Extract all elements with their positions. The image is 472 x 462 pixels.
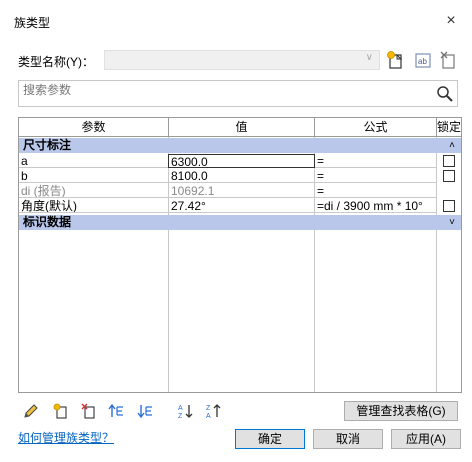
move-up-icon[interactable]	[107, 402, 125, 420]
group-header-identity-data[interactable]: 标识数据 ˅	[19, 215, 461, 230]
svg-text:A: A	[178, 405, 183, 412]
search-box	[18, 80, 458, 107]
window-title: 族类型	[14, 16, 51, 30]
cancel-button[interactable]: 取消	[313, 429, 383, 449]
param-formula-input[interactable]: =	[315, 154, 437, 168]
param-name: b	[19, 169, 169, 183]
title-bar: 族类型 ×	[0, 0, 472, 42]
lock-checkbox[interactable]	[443, 155, 455, 167]
edit-pencil-icon[interactable]	[22, 402, 40, 420]
param-value-input[interactable]: 8100.0	[169, 169, 315, 183]
type-name-label: 类型名称(Y)：	[18, 55, 94, 69]
type-name-select[interactable]: ∨	[104, 50, 380, 70]
svg-text:Z: Z	[178, 413, 183, 420]
column-header-parameter[interactable]: 参数	[19, 118, 169, 137]
table-row: 角度(默认) 27.42° =di / 3900 mm * 10°	[19, 199, 461, 213]
search-input[interactable]	[23, 81, 423, 99]
chevron-down-icon: ∨	[365, 52, 373, 63]
param-value-input[interactable]: 6300.0	[168, 154, 315, 168]
delete-parameter-icon[interactable]	[80, 402, 98, 420]
column-header-lock[interactable]: 锁定	[437, 118, 461, 137]
group-label: 尺寸标注	[23, 138, 72, 152]
manage-lookup-tables-button[interactable]: 管理查找表格(G)	[344, 401, 458, 421]
search-icon[interactable]	[435, 84, 455, 104]
lock-checkbox[interactable]	[443, 200, 455, 212]
table-row: b 8100.0 =	[19, 169, 461, 183]
help-link[interactable]: 如何管理族类型？	[18, 429, 114, 446]
svg-text:ab: ab	[418, 57, 427, 66]
table-row: a 6300.0 =	[19, 154, 461, 168]
sort-ascending-icon[interactable]: AZ	[177, 402, 195, 420]
group-label: 标识数据	[23, 215, 72, 229]
collapse-icon[interactable]: ˄	[449, 138, 455, 153]
svg-text:Z: Z	[206, 405, 211, 412]
param-name: di (报告)	[19, 184, 169, 198]
param-formula-input[interactable]: =	[315, 169, 437, 183]
table-row: di (报告) 10692.1 =	[19, 184, 461, 198]
param-name: a	[19, 154, 169, 168]
delete-type-icon[interactable]	[438, 49, 460, 71]
column-header-value[interactable]: 值	[169, 118, 315, 137]
param-formula-input[interactable]: =	[315, 184, 437, 198]
rename-type-icon[interactable]: ab	[412, 49, 434, 71]
lock-checkbox[interactable]	[443, 170, 455, 182]
param-name: 角度(默认)	[19, 199, 169, 213]
param-formula-input[interactable]: =di / 3900 mm * 10°	[315, 199, 437, 213]
ok-button[interactable]: 确定	[235, 429, 305, 449]
new-type-icon[interactable]	[385, 49, 407, 71]
svg-text:A: A	[206, 413, 211, 420]
sort-descending-icon[interactable]: ZA	[205, 402, 223, 420]
group-header-dimensions[interactable]: 尺寸标注 ˄	[19, 138, 461, 153]
parameter-table: 参数 值 公式 锁定 尺寸标注 ˄ a 6300.0 = b 8100.0 = …	[18, 117, 462, 393]
apply-button[interactable]: 应用(A)	[391, 429, 461, 449]
param-value-input[interactable]: 27.42°	[169, 199, 315, 213]
move-down-icon[interactable]	[136, 402, 154, 420]
new-parameter-icon[interactable]	[52, 402, 70, 420]
close-icon[interactable]: ×	[440, 10, 462, 32]
expand-icon[interactable]: ˅	[449, 215, 455, 230]
column-header-formula[interactable]: 公式	[315, 118, 437, 137]
param-value-readonly: 10692.1	[169, 184, 315, 198]
